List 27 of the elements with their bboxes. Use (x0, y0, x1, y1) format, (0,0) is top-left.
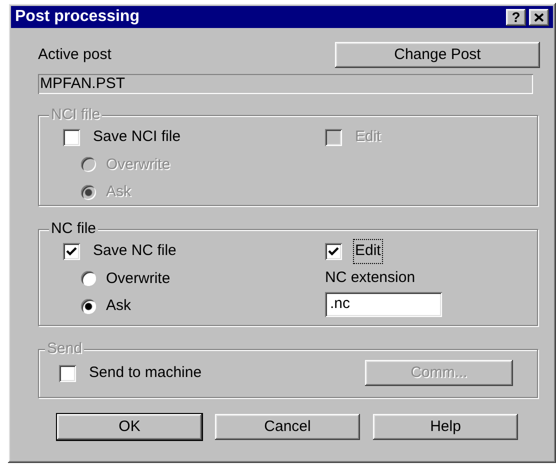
checkbox[interactable] (63, 242, 80, 260)
dialog-button[interactable]: OK (57, 414, 202, 440)
window-title: Post processing (15, 7, 140, 27)
extension-field[interactable]: .nc (325, 292, 442, 317)
radio-button[interactable] (81, 298, 96, 314)
change-post-button[interactable]: Change Post (335, 42, 540, 68)
radio-button[interactable] (81, 271, 96, 286)
radio-label: Ask (106, 182, 132, 202)
radio-label: Overwrite (106, 268, 170, 288)
active-post-field: MPFAN.PST (38, 74, 533, 94)
radio-label: Ask (106, 296, 132, 316)
active-post-label: Active post (38, 44, 112, 64)
check-icon (66, 246, 77, 256)
dialog-button[interactable]: Help (373, 414, 518, 440)
check-icon (328, 246, 339, 256)
radio-label: Overwrite (106, 154, 170, 174)
extension-label: NC extension (325, 268, 416, 288)
close-icon (534, 12, 544, 22)
checkbox[interactable] (325, 242, 342, 260)
checkbox-label: Send to machine (88, 362, 203, 383)
checkbox-label: Save NCI file (92, 127, 182, 147)
dialog-button[interactable]: Cancel (215, 414, 360, 440)
checkbox-label: Save NC file (92, 241, 178, 261)
help-button[interactable]: ? (506, 8, 526, 26)
close-button[interactable] (529, 8, 549, 26)
checkbox-label: Edit (354, 127, 382, 147)
checkbox-label: Edit (354, 240, 382, 262)
